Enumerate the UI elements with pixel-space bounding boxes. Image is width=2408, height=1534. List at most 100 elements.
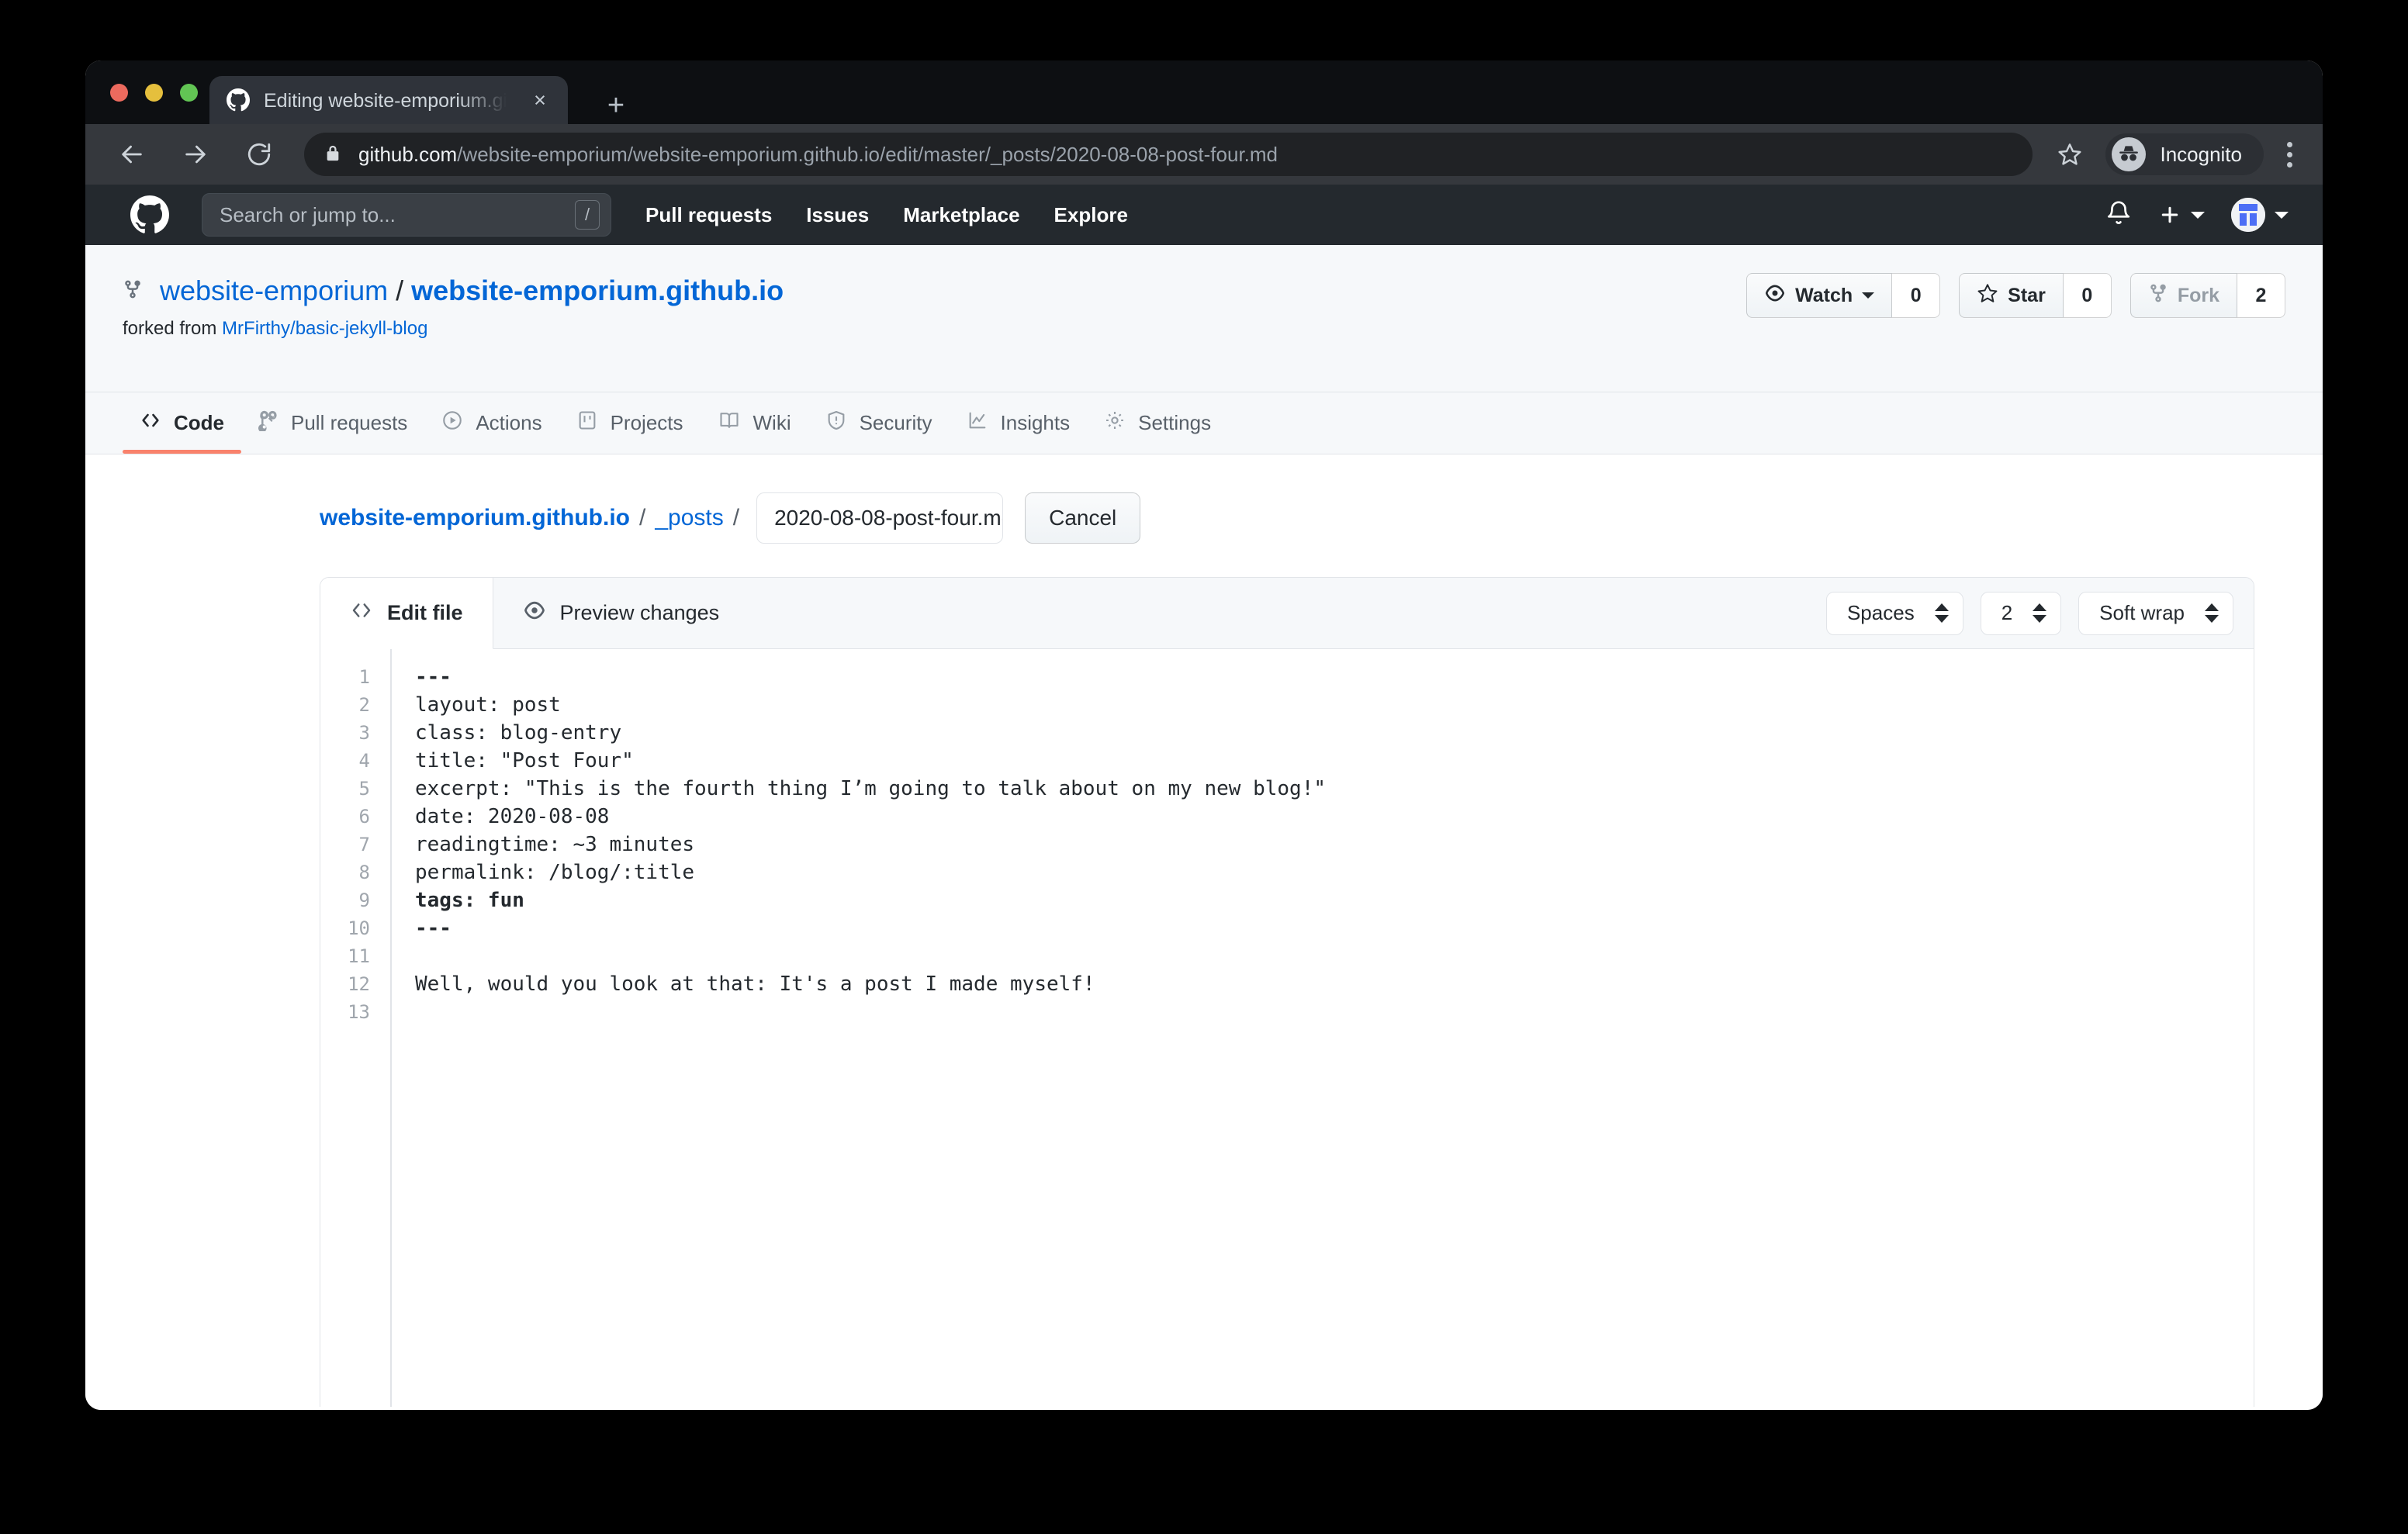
notifications-bell-icon[interactable]: [2105, 200, 2132, 230]
repo-tab-wiki[interactable]: Wiki: [701, 409, 808, 454]
forked-from-label: forked from: [123, 318, 217, 339]
search-input[interactable]: Search or jump to... /: [202, 193, 611, 237]
browser-menu-icon[interactable]: [2278, 141, 2301, 168]
star-button-group: Star 0: [1959, 273, 2112, 318]
line-text: excerpt: "This is the fourth thing I’m g…: [415, 777, 1326, 800]
line-number: 7: [358, 834, 370, 855]
code-line: 7 readingtime: ~3 minutes: [320, 831, 2254, 859]
minimize-window-button[interactable]: [145, 84, 163, 102]
window-controls: [110, 84, 198, 102]
code-icon: [350, 599, 373, 627]
repo-tab-label: Insights: [1000, 411, 1071, 434]
repo-tab-pull-requests[interactable]: Pull requests: [241, 409, 424, 454]
code-line: 1 ---: [320, 663, 2254, 691]
repo-tab-label: Code: [174, 411, 224, 434]
github-logo-icon[interactable]: [130, 195, 169, 234]
incognito-icon: [2112, 137, 2147, 171]
repo-tab-label: Projects: [610, 411, 683, 434]
code-line: 2 layout: post: [320, 691, 2254, 719]
incognito-profile-button[interactable]: Incognito: [2105, 133, 2264, 175]
file-editor-panel: Edit file Preview changes Spaces 2 Soft …: [320, 577, 2254, 1407]
line-text: permalink: /blog/:title: [415, 861, 695, 884]
fork-button[interactable]: Fork: [2129, 273, 2237, 318]
maximize-window-button[interactable]: [180, 84, 198, 102]
cancel-button[interactable]: Cancel: [1025, 492, 1141, 544]
forward-icon[interactable]: [178, 137, 213, 171]
star-button[interactable]: Star: [1959, 273, 2064, 318]
line-number: 1: [358, 666, 370, 688]
project-board-icon: [576, 409, 598, 437]
browser-tab[interactable]: Editing website-emporium.gith ×: [209, 76, 568, 124]
code-line: 3 class: blog-entry: [320, 719, 2254, 747]
repo-name-link[interactable]: website-emporium.github.io: [411, 275, 784, 307]
code-icon: [140, 409, 161, 437]
repo-tab-actions[interactable]: Actions: [424, 409, 559, 454]
close-window-button[interactable]: [110, 84, 128, 102]
select-arrows-icon: [2205, 603, 2219, 623]
forked-from-link[interactable]: MrFirthy/basic-jekyll-blog: [222, 318, 427, 339]
lock-icon: [324, 143, 341, 167]
repo-tab-label: Wiki: [752, 411, 791, 434]
line-number: 10: [348, 917, 370, 939]
repo-tab-code[interactable]: Code: [123, 409, 241, 454]
code-editor[interactable]: 1 --- 2 layout: post 3 class: blog-entry 4 titl…: [320, 649, 2254, 1407]
filename-value: 2020-08-08-post-four.md: [774, 506, 1004, 530]
code-line: 6 date: 2020-08-08: [320, 803, 2254, 831]
wrap-mode-select[interactable]: Soft wrap: [2078, 591, 2233, 635]
line-number: 9: [358, 890, 370, 911]
indent-size-value: 2: [2001, 601, 2013, 624]
breadcrumb-folder-link[interactable]: _posts: [655, 505, 723, 531]
repo-separator: /: [396, 275, 404, 306]
breadcrumb-separator-2: /: [732, 505, 740, 530]
select-arrows-icon: [2033, 603, 2047, 623]
repo-tab-security[interactable]: Security: [808, 409, 950, 454]
repo-tab-insights[interactable]: Insights: [950, 409, 1088, 454]
chevron-down-icon: [1862, 292, 1875, 299]
fork-count[interactable]: 2: [2237, 273, 2285, 318]
line-text: layout: post: [415, 693, 561, 717]
tab-edit-file[interactable]: Edit file: [320, 578, 493, 649]
repo-tab-label: Actions: [476, 411, 542, 434]
filename-input[interactable]: 2020-08-08-post-four.md: [756, 492, 1004, 544]
reload-icon[interactable]: [242, 137, 276, 171]
fork-icon: [2148, 282, 2168, 310]
url-text: github.com/website-emporium/website-empo…: [358, 143, 1278, 167]
book-icon: [718, 409, 741, 437]
line-text: ---: [415, 665, 452, 689]
url-bar[interactable]: github.com/website-emporium/website-empo…: [304, 133, 2033, 176]
line-text: readingtime: ~3 minutes: [415, 833, 695, 856]
repo-owner-link[interactable]: website-emporium: [160, 275, 388, 307]
star-count[interactable]: 0: [2063, 273, 2112, 318]
play-icon: [441, 409, 463, 437]
nav-marketplace[interactable]: Marketplace: [903, 203, 1019, 227]
create-new-button[interactable]: [2158, 203, 2205, 226]
nav-issues[interactable]: Issues: [806, 203, 869, 227]
repository-header: website-emporium / website-emporium.gith…: [85, 245, 2323, 392]
graph-icon: [967, 409, 988, 437]
wrap-mode-value: Soft wrap: [2099, 601, 2185, 624]
repo-tab-settings[interactable]: Settings: [1087, 409, 1228, 454]
repo-tab-projects[interactable]: Projects: [559, 409, 701, 454]
url-path: /website-emporium/website-emporium.githu…: [457, 142, 1278, 166]
indent-size-select[interactable]: 2: [1980, 591, 2062, 635]
watch-button[interactable]: Watch: [1746, 273, 1893, 318]
user-menu-button[interactable]: [2231, 198, 2289, 232]
watch-count[interactable]: 0: [1892, 273, 1941, 318]
shield-alert-icon: [825, 409, 847, 437]
close-icon[interactable]: ×: [529, 89, 551, 111]
line-text: ---: [415, 917, 452, 940]
indent-mode-select[interactable]: Spaces: [1825, 591, 1963, 635]
nav-pull-requests[interactable]: Pull requests: [645, 203, 772, 227]
back-icon[interactable]: [115, 137, 149, 171]
chevron-down-icon: [2191, 211, 2205, 219]
new-tab-button[interactable]: +: [600, 91, 631, 123]
nav-explore[interactable]: Explore: [1054, 203, 1128, 227]
line-number: 8: [358, 862, 370, 883]
bookmark-star-icon[interactable]: [2053, 137, 2087, 171]
breadcrumb-repo-link[interactable]: website-emporium.github.io: [320, 505, 630, 531]
tab-title-fade: [458, 85, 512, 116]
editor-settings: Spaces 2 Soft wrap: [1825, 578, 2254, 648]
line-number: 11: [348, 945, 370, 967]
tab-preview-changes[interactable]: Preview changes: [493, 578, 749, 648]
code-line: 13: [320, 998, 2254, 1026]
